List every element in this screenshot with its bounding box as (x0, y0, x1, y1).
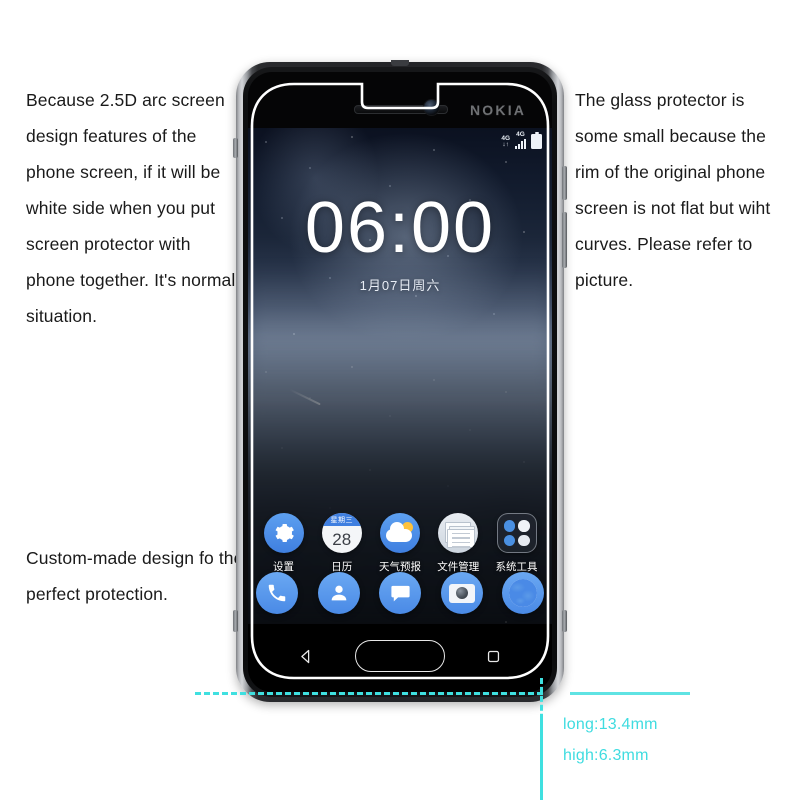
measure-guide-horizontal-solid (570, 692, 690, 695)
cloud-icon (386, 522, 412, 542)
weather-icon[interactable] (380, 513, 420, 553)
files-icon[interactable] (438, 513, 479, 553)
gear-icon[interactable] (263, 513, 304, 553)
measure-guide-horizontal-dashed (195, 692, 543, 695)
marketing-text-left: Because 2.5D arc screen design features … (26, 90, 236, 326)
side-button-left-upper[interactable] (233, 138, 238, 158)
calendar-icon[interactable]: 星期三 28 (321, 513, 362, 553)
camera-icon[interactable] (440, 572, 483, 614)
lockscreen-clock-widget: 06:00 1月07日周六 (248, 192, 552, 294)
marketing-text-bottom: Custom-made design fo the perfect protec… (26, 548, 244, 604)
top-microphone-icon (391, 60, 409, 66)
status-bar: 4G ↓↑ 4G (248, 128, 552, 154)
folder-icon[interactable] (496, 513, 537, 553)
side-button-right-lower[interactable] (562, 610, 567, 632)
phone-front-glass: NOKIA 4G ↓↑ 4G 06:00 1月07日周六 设置 星期三 28 日… (248, 72, 552, 692)
measure-label-long: long:13.4mm (563, 716, 658, 733)
signal-bars-icon (515, 138, 526, 149)
contacts-icon[interactable] (317, 572, 360, 614)
globe-icon[interactable] (502, 572, 544, 614)
side-button-left-lower[interactable] (233, 610, 238, 632)
phone-device: NOKIA 4G ↓↑ 4G 06:00 1月07日周六 设置 星期三 28 日… (233, 60, 567, 702)
app-weather[interactable]: 天气预报 (373, 513, 428, 574)
nokia-brand-label: NOKIA (470, 102, 527, 118)
app-settings[interactable]: 设置 (256, 513, 311, 574)
calendar-day: 28 (332, 529, 352, 549)
home-screen-dock (256, 572, 544, 614)
measure-guide-vertical-solid (540, 716, 543, 800)
status-bar-icons: 4G ↓↑ 4G (501, 131, 542, 149)
recents-square-icon[interactable] (485, 648, 502, 670)
app-system-tools[interactable]: 系统工具 (489, 513, 544, 574)
app-file-manager[interactable]: 文件管理 (431, 513, 486, 574)
phone-screen: 4G ↓↑ 4G 06:00 1月07日周六 设置 星期三 28 日历 天气预报… (248, 128, 552, 624)
power-button[interactable] (562, 212, 567, 268)
app-calendar[interactable]: 星期三 28 日历 (314, 513, 369, 574)
phone-icon[interactable] (256, 572, 298, 614)
clock-date: 1月07日周六 (359, 278, 441, 293)
back-triangle-icon[interactable] (298, 648, 315, 670)
sim2-network-indicator: 4G (515, 131, 526, 149)
home-fingerprint-key[interactable] (355, 640, 445, 672)
volume-button[interactable] (562, 166, 567, 200)
battery-icon (531, 131, 542, 149)
sim1-data-arrows-icon: ↓↑ (502, 141, 509, 148)
marketing-text-right: The glass protector is some small becaus… (575, 90, 771, 290)
sim1-network-indicator: 4G ↓↑ (501, 135, 510, 149)
clock-time: 06:00 (304, 188, 496, 268)
measure-label-high: high:6.3mm (563, 747, 649, 764)
calendar-weekday: 星期三 (321, 513, 362, 526)
message-icon[interactable] (379, 572, 421, 614)
navigation-bar (248, 624, 552, 692)
home-screen-app-row: 设置 星期三 28 日历 天气预报 文件管理 系统工具 (256, 513, 544, 574)
front-camera-icon (424, 100, 439, 115)
